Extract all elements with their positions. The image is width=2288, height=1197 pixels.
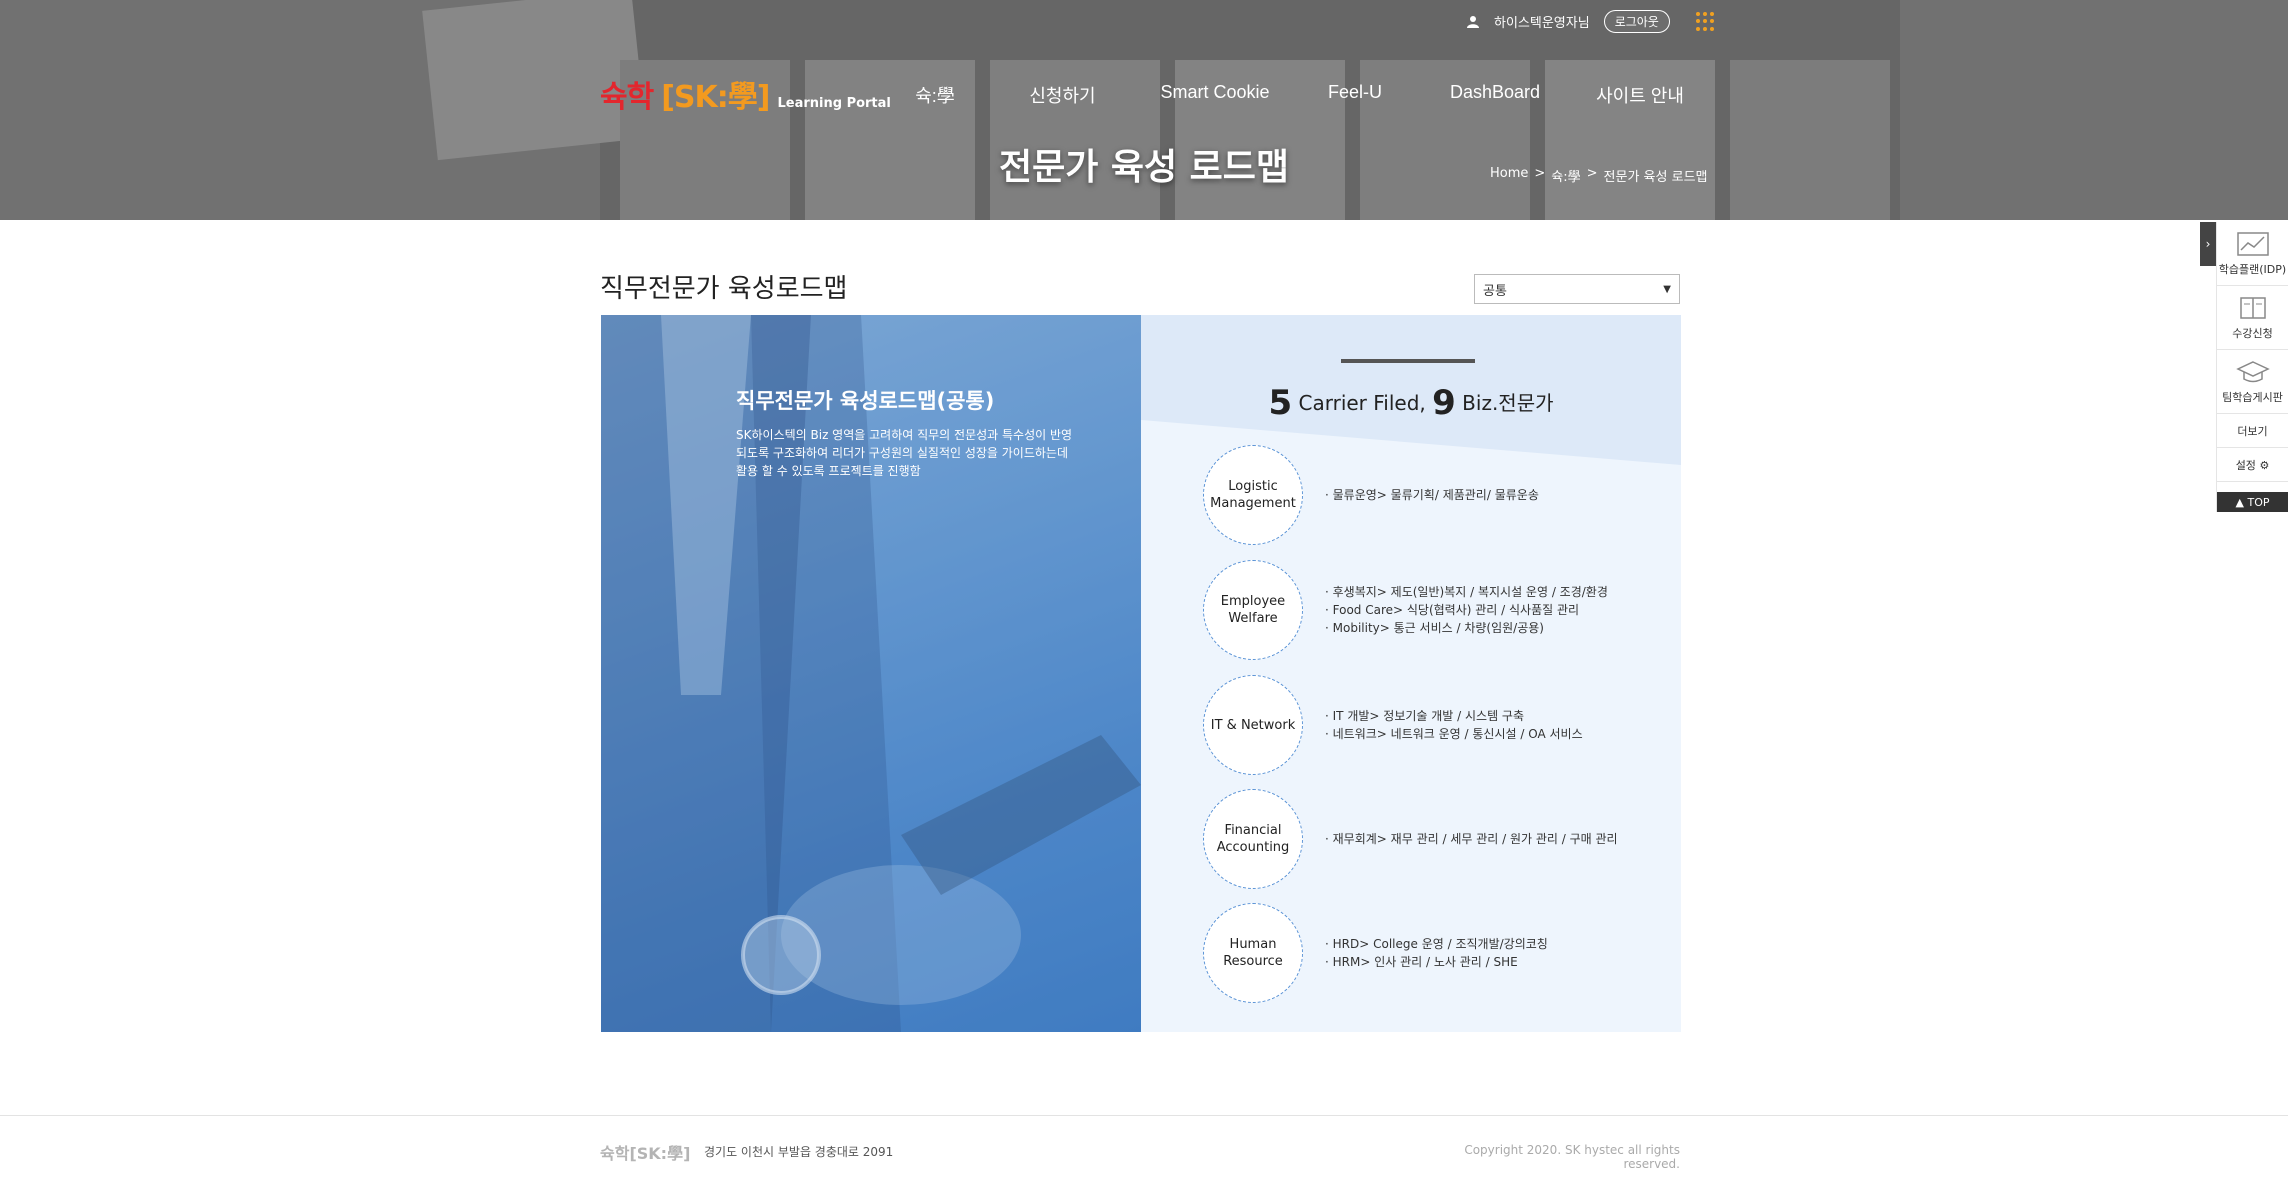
- book-icon: [2239, 296, 2266, 319]
- business-person-illustration: [601, 315, 1141, 1032]
- footer-logo: 슉학[SK:學]: [600, 1144, 691, 1163]
- user-icon: [1466, 15, 1480, 29]
- category-select[interactable]: 공통 ▼: [1474, 274, 1680, 304]
- breadcrumb-home[interactable]: Home: [1490, 166, 1528, 185]
- quick-more-button[interactable]: 더보기: [2217, 414, 2288, 448]
- field-item: Food Care> 식당(협력사) 관리 / 식사품질 관리: [1325, 601, 1608, 619]
- field-it-network: IT & Network IT 개발> 정보기술 개발 / 시스템 구축 네트워…: [1203, 675, 1653, 775]
- quick-menu: 학습플랜(IDP) 수강신청 팀학습게시판 더보기 설정 ⚙ ▲ TOP: [2216, 222, 2288, 512]
- logo-subtitle: Learning Portal: [777, 96, 891, 111]
- field-items: HRD> College 운영 / 조직개발/강의코칭 HRM> 인사 관리 /…: [1325, 935, 1548, 971]
- breadcrumb: Home > 슉:學 > 전문가 육성 로드맵: [1490, 166, 1708, 185]
- field-item: 후생복지> 제도(일반)복지 / 복지시설 운영 / 조경/환경: [1325, 583, 1608, 601]
- fields-headline: 5 Carrier Filed, 9 Biz.전문가: [1141, 383, 1681, 423]
- gear-icon: ⚙: [2259, 458, 2270, 472]
- user-name: 하이스텍운영자님: [1494, 16, 1590, 31]
- logo-mark-sk: [SK:學]: [661, 80, 770, 115]
- footer-address: 경기도 이천시 부발읍 경충대로 2091: [704, 1145, 894, 1159]
- field-items: IT 개발> 정보기술 개발 / 시스템 구축 네트워크> 네트워크 운영 / …: [1325, 707, 1583, 743]
- field-items: 재무회계> 재무 관리 / 세무 관리 / 원가 관리 / 구매 관리: [1325, 830, 1618, 848]
- field-item: IT 개발> 정보기술 개발 / 시스템 구축: [1325, 707, 1583, 725]
- logout-button[interactable]: 로그아웃: [1603, 10, 1670, 33]
- site-logo[interactable]: 슉학 [SK:學] Learning Portal: [600, 72, 891, 116]
- field-name-line: Management: [1210, 496, 1296, 511]
- headline-text-experts: Biz.전문가: [1455, 391, 1554, 415]
- field-name-line: Employee: [1220, 594, 1286, 609]
- field-item: 재무회계> 재무 관리 / 세무 관리 / 원가 관리 / 구매 관리: [1325, 830, 1618, 848]
- field-logistic-management: Logistic Management 물류운영> 물류기획/ 제품관리/ 물류운…: [1203, 445, 1653, 545]
- footer-copyright: Copyright 2020. SK hystec all rights res…: [1464, 1143, 1680, 1171]
- nav-item-apply[interactable]: 신청하기: [990, 82, 1135, 108]
- nav-item-smart-cookie[interactable]: Smart Cookie: [1135, 82, 1295, 108]
- field-financial-accounting: Financial Accounting 재무회계> 재무 관리 / 세무 관리 …: [1203, 789, 1653, 889]
- field-name-line: Welfare: [1228, 611, 1278, 626]
- chart-icon: [2236, 231, 2269, 256]
- breadcrumb-level1[interactable]: 슉:學: [1551, 166, 1580, 185]
- intro-title: 직무전문가 육성로드맵(공통): [736, 389, 995, 413]
- field-name-line: Accounting: [1216, 840, 1290, 855]
- breadcrumb-separator: >: [1534, 166, 1546, 181]
- quick-item-enroll[interactable]: 수강신청: [2217, 286, 2288, 350]
- category-select-value: 공통: [1483, 283, 1507, 299]
- caret-down-icon: ▼: [1663, 283, 1671, 295]
- quick-item-label: 수강신청: [2232, 326, 2273, 340]
- logo-mark-korean: 슉학: [600, 80, 654, 115]
- nav-item-sukhak[interactable]: 슉:學: [880, 82, 990, 108]
- nav-item-site-guide[interactable]: 사이트 안내: [1575, 82, 1705, 108]
- roadmap-panel: 직무전문가 육성로드맵(공통) SK하이스텍의 Biz 영역을 고려하여 직무의…: [601, 315, 1681, 1032]
- footer-divider: [0, 1115, 2288, 1116]
- utility-bar: 하이스텍운영자님 로그아웃: [1466, 10, 1716, 33]
- scroll-top-button[interactable]: ▲ TOP: [2217, 492, 2288, 512]
- field-human-resource: Human Resource HRD> College 운영 / 조직개발/강의코…: [1203, 903, 1653, 1003]
- field-employee-welfare: Employee Welfare 후생복지> 제도(일반)복지 / 복지시설 운영…: [1203, 560, 1653, 660]
- headline-num-experts: 9: [1432, 383, 1456, 423]
- field-badge: IT & Network: [1203, 675, 1303, 775]
- field-badge: Human Resource: [1203, 903, 1303, 1003]
- header-banner: 하이스텍운영자님 로그아웃 슉학 [SK:學] Learning Portal …: [0, 0, 2288, 220]
- field-name-line: IT & Network: [1210, 717, 1296, 733]
- top-label: TOP: [2247, 495, 2270, 509]
- breadcrumb-separator: >: [1586, 166, 1598, 181]
- field-item: HRD> College 운영 / 조직개발/강의코칭: [1325, 935, 1548, 953]
- nav-item-feel-u[interactable]: Feel-U: [1295, 82, 1415, 108]
- field-item: HRM> 인사 관리 / 노사 관리 / SHE: [1325, 953, 1548, 971]
- field-item: 물류운영> 물류기획/ 제품관리/ 물류운송: [1325, 486, 1539, 504]
- headline-bar: [1341, 359, 1475, 363]
- field-item: Mobility> 통근 서비스 / 차량(임원/공용): [1325, 619, 1608, 637]
- headline-text-fields: Carrier Filed,: [1292, 391, 1433, 415]
- intro-description: SK하이스텍의 Biz 영역을 고려하여 직무의 전문성과 특수성이 반영되도록…: [736, 428, 1073, 478]
- quick-settings-label: 설정 ⚙: [2235, 458, 2270, 472]
- field-item: 네트워크> 네트워크 운영 / 통신시설 / OA 서비스: [1325, 725, 1583, 743]
- field-badge: Logistic Management: [1203, 445, 1303, 545]
- roadmap-intro-panel: 직무전문가 육성로드맵(공통) SK하이스텍의 Biz 영역을 고려하여 직무의…: [601, 315, 1141, 1032]
- app-grid-icon[interactable]: [1695, 11, 1716, 32]
- breadcrumb-current: 전문가 육성 로드맵: [1603, 170, 1708, 185]
- quick-item-idp[interactable]: 학습플랜(IDP): [2217, 222, 2288, 286]
- quick-item-team-board[interactable]: 팀학습게시판: [2217, 350, 2288, 414]
- field-items: 후생복지> 제도(일반)복지 / 복지시설 운영 / 조경/환경 Food Ca…: [1325, 583, 1608, 637]
- quick-menu-toggle-chevron-icon[interactable]: ›: [2200, 222, 2216, 266]
- field-name-line: Logistic: [1228, 479, 1278, 494]
- arrow-up-icon: ▲: [2235, 495, 2248, 509]
- field-badge: Financial Accounting: [1203, 789, 1303, 889]
- field-name-line: Human: [1229, 937, 1277, 952]
- page-title: 직무전문가 육성로드맵: [600, 274, 848, 304]
- hero-title: 전문가 육성 로드맵: [998, 147, 1290, 188]
- headline-num-fields: 5: [1268, 383, 1293, 423]
- quick-item-label: 학습플랜(IDP): [2218, 262, 2287, 276]
- quick-settings-button[interactable]: 설정 ⚙: [2217, 448, 2288, 482]
- field-name-line: Resource: [1223, 954, 1283, 969]
- quick-more-label: 더보기: [2237, 424, 2268, 438]
- main-nav: 슉:學 신청하기 Smart Cookie Feel-U DashBoard 사…: [880, 82, 1705, 108]
- graduation-cap-icon: [2235, 360, 2270, 382]
- field-badge: Employee Welfare: [1203, 560, 1303, 660]
- nav-item-dashboard[interactable]: DashBoard: [1415, 82, 1575, 108]
- career-fields-panel: 5 Carrier Filed, 9 Biz.전문가 Logistic Manag…: [1141, 315, 1681, 1032]
- quick-item-label: 팀학습게시판: [2222, 390, 2283, 404]
- field-items: 물류운영> 물류기획/ 제품관리/ 물류운송: [1325, 486, 1539, 504]
- field-name-line: Financial: [1224, 823, 1282, 838]
